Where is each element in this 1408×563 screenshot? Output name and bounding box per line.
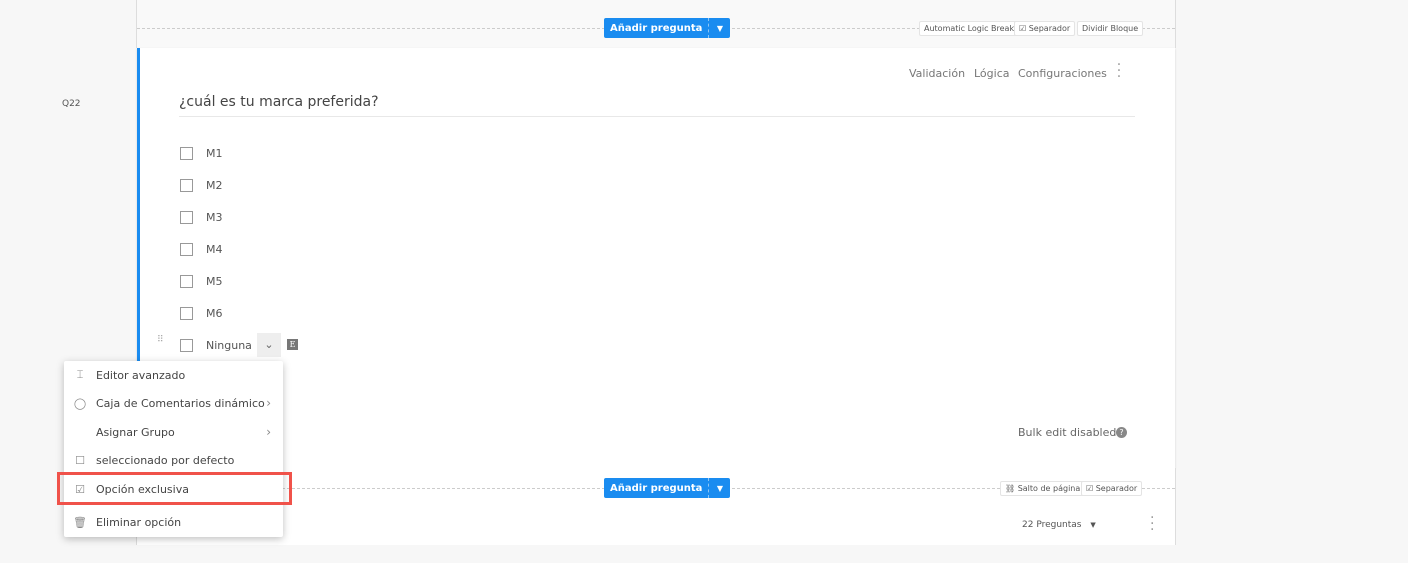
add-question-label: Añadir pregunta	[610, 482, 703, 494]
option-row[interactable]: M1	[180, 147, 223, 160]
caret-down-icon[interactable]: ▼	[708, 478, 730, 498]
option-row[interactable]: M4	[180, 243, 223, 256]
logic-link[interactable]: Lógica	[974, 67, 1010, 80]
option-row[interactable]: M5	[180, 275, 223, 288]
title-underline	[179, 116, 1135, 117]
menu-item-label: Caja de Comentarios dinámico	[96, 396, 265, 410]
comment-icon: ◯	[73, 396, 87, 410]
add-question-button-bottom[interactable]: Añadir pregunta ▼	[604, 478, 731, 498]
page-break-label: Salto de página	[1017, 484, 1081, 493]
separator-chip-bottom[interactable]: ☑ Separador	[1081, 481, 1143, 496]
checkbox[interactable]	[180, 339, 193, 352]
text-cursor-icon: ⌶	[76, 368, 84, 381]
option-row[interactable]: Ninguna	[180, 339, 252, 352]
option-row[interactable]: M2	[180, 179, 223, 192]
highlight-box	[57, 472, 292, 505]
question-count: 22 Preguntas	[1022, 520, 1082, 530]
automatic-logic-break-chip[interactable]: Automatic Logic Break	[919, 21, 1020, 36]
caret-down-icon: ▼	[1090, 521, 1096, 529]
menu-item-delete-option[interactable]: 🗑 Eliminar opción	[64, 508, 283, 536]
checkbox[interactable]	[180, 147, 193, 160]
menu-item-default-selected[interactable]: ☐ seleccionado por defecto	[64, 446, 283, 474]
option-label[interactable]: M3	[206, 211, 223, 224]
menu-item-label: seleccionado por defecto	[96, 453, 235, 467]
menu-item-assign-group[interactable]: Asignar Grupo ›	[64, 418, 283, 446]
checkbox[interactable]	[180, 275, 193, 288]
checkbox[interactable]	[180, 211, 193, 224]
chevron-right-icon: ›	[266, 425, 271, 439]
question-card	[137, 48, 1175, 468]
trash-icon: 🗑	[73, 515, 87, 529]
bulk-edit-status: Bulk edit disabled	[1018, 426, 1117, 439]
option-row[interactable]: M3	[180, 211, 223, 224]
checkbox-icon: ☐	[75, 453, 85, 467]
settings-link[interactable]: Configuraciones	[1018, 67, 1107, 80]
option-context-menu: ⌶ Editor avanzado ◯ Caja de Comentarios di…	[64, 361, 283, 537]
chevron-right-icon: ›	[266, 396, 271, 410]
menu-item-label: Eliminar opción	[96, 515, 182, 529]
add-question-label: Añadir pregunta	[610, 22, 703, 34]
caret-down-icon[interactable]: ▼	[708, 18, 730, 38]
option-label[interactable]: Ninguna	[206, 339, 252, 352]
option-row[interactable]: M6	[180, 307, 223, 320]
more-vertical-icon[interactable]: · · ·	[1116, 58, 1122, 84]
validation-link[interactable]: Validación	[909, 67, 965, 80]
menu-item-label: Editor avanzado	[96, 368, 186, 382]
drag-handle-icon[interactable]: ⠿	[157, 336, 164, 345]
separator-label: Separador	[1095, 484, 1138, 493]
exclusive-badge: E	[287, 339, 298, 350]
option-label[interactable]: M2	[206, 179, 223, 192]
option-label[interactable]: M1	[206, 147, 223, 160]
checkbox[interactable]	[180, 307, 193, 320]
add-question-button[interactable]: Añadir pregunta ▼	[604, 18, 731, 38]
checkbox[interactable]	[180, 243, 193, 256]
separator-chip[interactable]: ☑ Separador	[1014, 21, 1076, 36]
option-label[interactable]: M6	[206, 307, 223, 320]
menu-item-comment-box[interactable]: ◯ Caja de Comentarios dinámico ›	[64, 389, 283, 417]
option-label[interactable]: M4	[206, 243, 223, 256]
page-break-chip[interactable]: ⛓ Salto de página	[1000, 481, 1086, 496]
option-label[interactable]: M5	[206, 275, 223, 288]
help-icon[interactable]: ?	[1116, 427, 1127, 438]
checkbox[interactable]	[180, 179, 193, 192]
more-vertical-icon[interactable]: · · ·	[1150, 511, 1154, 537]
menu-item-advanced-editor[interactable]: ⌶ Editor avanzado	[64, 361, 283, 389]
chevron-down-icon[interactable]: ⌄	[257, 333, 281, 357]
question-title[interactable]: ¿cuál es tu marca preferida?	[179, 94, 379, 110]
separator-label: Separador	[1028, 24, 1071, 33]
split-block-chip[interactable]: Dividir Bloque	[1077, 21, 1144, 36]
question-count-dropdown[interactable]: 22 Preguntas ▼	[1022, 520, 1096, 530]
menu-item-label: Asignar Grupo	[96, 425, 175, 439]
question-number: Q22	[62, 99, 81, 109]
